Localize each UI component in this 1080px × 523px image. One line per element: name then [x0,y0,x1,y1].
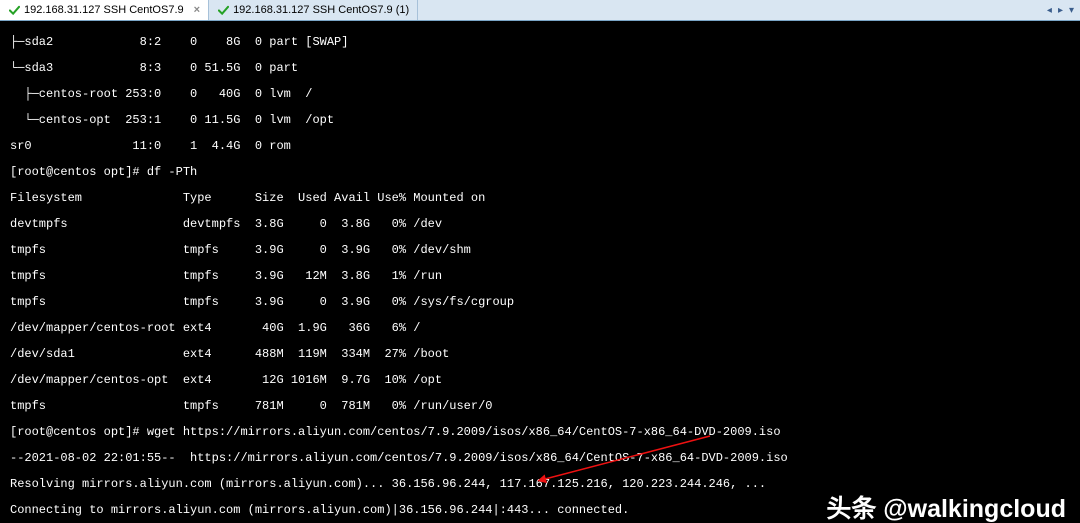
tab-prev-icon[interactable]: ◂ [1047,4,1052,17]
df-row: devtmpfs devtmpfs 3.8G 0 3.8G 0% /dev [10,218,1074,231]
check-icon [8,4,20,16]
lsblk-row: ├─sda2 8:2 0 8G 0 part [SWAP] [10,36,1074,49]
df-row: /dev/sda1 ext4 488M 119M 334M 27% /boot [10,348,1074,361]
watermark: 头条 @walkingcloud [826,503,1066,516]
check-icon [217,4,229,16]
df-row: tmpfs tmpfs 3.9G 0 3.9G 0% /dev/shm [10,244,1074,257]
prompt-line: [root@centos opt]# df -PTh [10,166,1074,179]
wget-cmd: [root@centos opt]# wget https://mirrors.… [10,426,1074,439]
lsblk-row: └─centos-opt 253:1 0 11.5G 0 lvm /opt [10,114,1074,127]
tab-label: 192.168.31.127 SSH CentOS7.9 (1) [233,4,409,17]
df-row: /dev/mapper/centos-root ext4 40G 1.9G 36… [10,322,1074,335]
tab-menu-icon[interactable]: ▾ [1069,4,1074,17]
df-header: Filesystem Type Size Used Avail Use% Mou… [10,192,1074,205]
tab-tools: ◂ ▸ ▾ [1041,0,1080,20]
wget-line: --2021-08-02 22:01:55-- https://mirrors.… [10,452,1074,465]
lsblk-row: ├─centos-root 253:0 0 40G 0 lvm / [10,88,1074,101]
df-row: tmpfs tmpfs 781M 0 781M 0% /run/user/0 [10,400,1074,413]
lsblk-row: └─sda3 8:3 0 51.5G 0 part [10,62,1074,75]
df-row: /dev/mapper/centos-opt ext4 12G 1016M 9.… [10,374,1074,387]
close-icon[interactable]: × [194,4,200,17]
tab-label: 192.168.31.127 SSH CentOS7.9 [24,4,184,17]
tab-ssh-centos-1[interactable]: 192.168.31.127 SSH CentOS7.9 × [0,0,209,20]
lsblk-row: sr0 11:0 1 4.4G 0 rom [10,140,1074,153]
wget-line: Resolving mirrors.aliyun.com (mirrors.al… [10,478,1074,491]
tab-ssh-centos-2[interactable]: 192.168.31.127 SSH CentOS7.9 (1) [209,0,418,20]
terminal[interactable]: ├─sda2 8:2 0 8G 0 part [SWAP] └─sda3 8:3… [0,21,1080,523]
tab-bar: 192.168.31.127 SSH CentOS7.9 × 192.168.3… [0,0,1080,21]
tab-next-icon[interactable]: ▸ [1058,4,1063,17]
df-row: tmpfs tmpfs 3.9G 12M 3.8G 1% /run [10,270,1074,283]
df-row: tmpfs tmpfs 3.9G 0 3.9G 0% /sys/fs/cgrou… [10,296,1074,309]
